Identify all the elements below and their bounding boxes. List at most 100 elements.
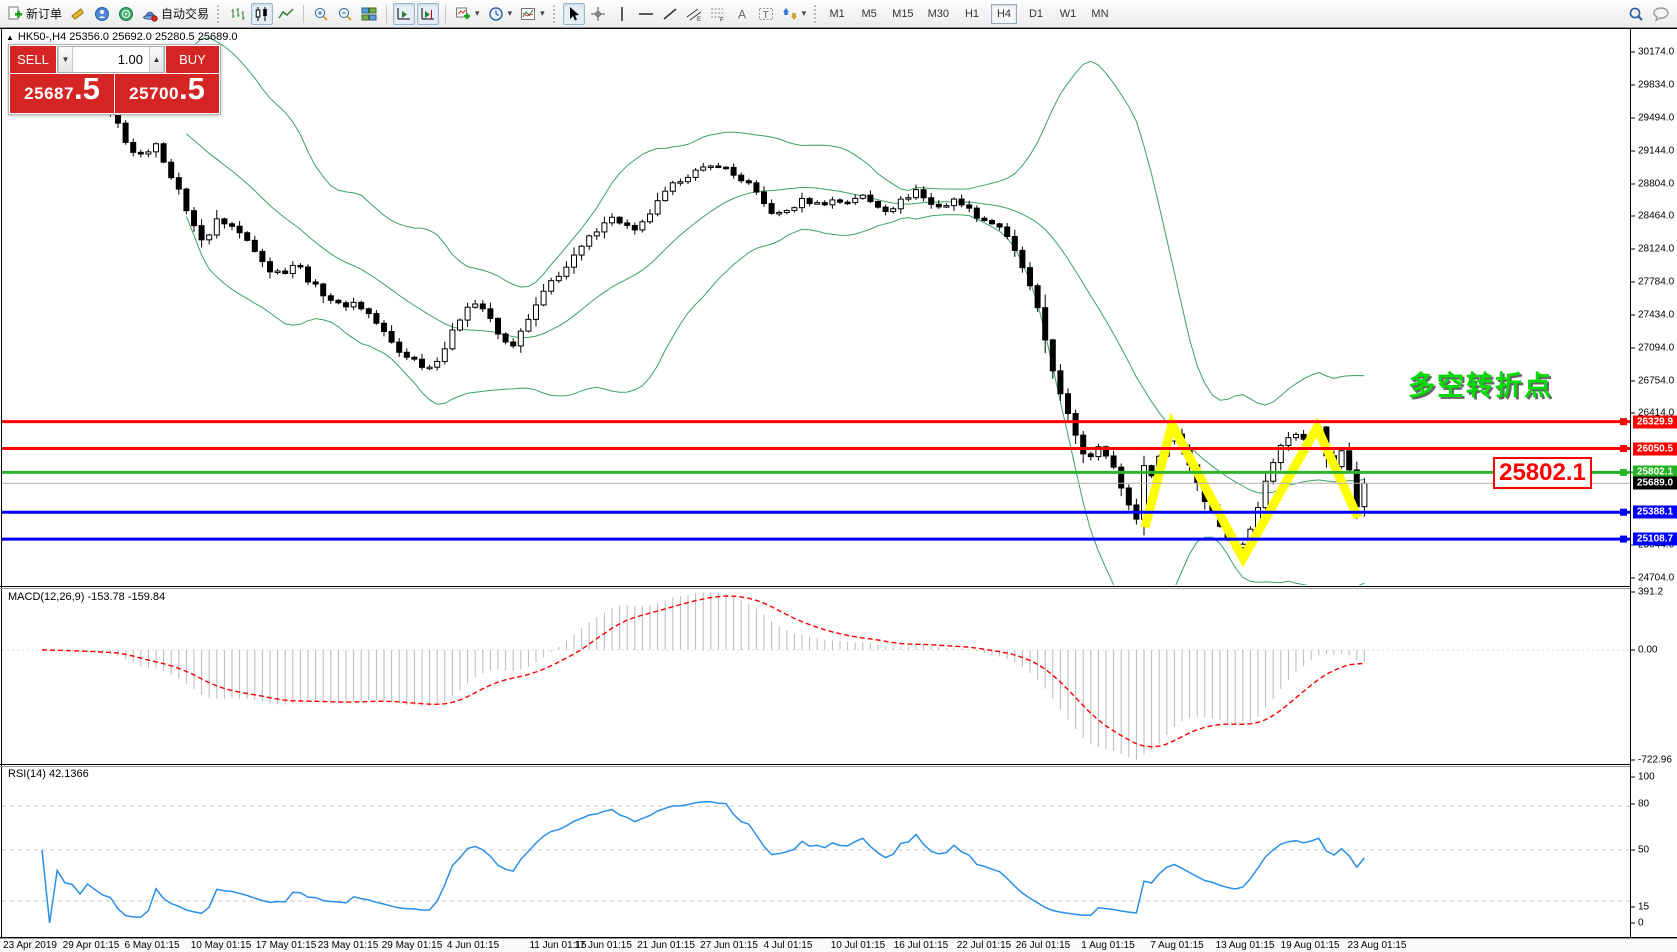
svg-text:A: A bbox=[738, 7, 746, 21]
volume-increase-button[interactable]: ▲ bbox=[149, 47, 164, 72]
auto-scroll-icon bbox=[396, 6, 412, 22]
crosshair-icon bbox=[590, 6, 606, 22]
price-axis-tick: 30174.0 bbox=[1638, 47, 1674, 58]
date-axis-tick: 1 Aug 01:15 bbox=[1081, 940, 1134, 951]
horizontal-line-button[interactable] bbox=[635, 3, 657, 25]
zoom-out-button[interactable] bbox=[334, 3, 356, 25]
price-badge: 26050.5 bbox=[1633, 442, 1677, 455]
timeframe-m1-button[interactable]: M1 bbox=[824, 4, 850, 24]
date-axis-tick: 23 May 01:15 bbox=[318, 940, 379, 951]
candlestick-chart-button[interactable] bbox=[251, 3, 273, 25]
clock-icon bbox=[488, 6, 504, 22]
fibonacci-button[interactable]: F bbox=[707, 3, 729, 25]
community-button[interactable] bbox=[91, 3, 113, 25]
date-axis-tick: 4 Jun 01:15 bbox=[447, 940, 499, 951]
horizontal-line-icon bbox=[638, 6, 654, 22]
toolbar-grip bbox=[217, 5, 222, 23]
buy-button[interactable]: BUY bbox=[166, 46, 219, 73]
collapse-triangle-icon[interactable]: ▲ bbox=[6, 33, 14, 42]
text-label-button[interactable]: T bbox=[755, 3, 777, 25]
toolbar-separator bbox=[445, 5, 446, 23]
price-axis-tick: 29144.0 bbox=[1638, 146, 1674, 157]
vertical-line-button[interactable] bbox=[611, 3, 633, 25]
line-chart-button[interactable] bbox=[275, 3, 297, 25]
date-axis-tick: 17 May 01:15 bbox=[256, 940, 317, 951]
chart-ohlc-title: ▲ HK50-,H4 25356.0 25692.0 25280.5 25689… bbox=[6, 31, 238, 43]
buy-price-button[interactable]: 25700 .5 bbox=[115, 74, 219, 113]
timeframe-group: M1 M5 M15 M30 H1 H4 D1 W1 MN bbox=[824, 4, 1113, 24]
auto-scroll-button[interactable] bbox=[393, 3, 415, 25]
search-button[interactable] bbox=[1625, 3, 1647, 25]
sell-button[interactable]: SELL bbox=[10, 46, 56, 73]
toolbar-grip bbox=[553, 5, 558, 23]
new-order-button[interactable]: 新订单 bbox=[4, 3, 65, 25]
date-axis-tick: 13 Aug 01:15 bbox=[1216, 940, 1275, 951]
trendline-icon bbox=[662, 6, 678, 22]
equidistant-channel-button[interactable]: E bbox=[683, 3, 705, 25]
date-axis: 23 Apr 201929 Apr 01:156 May 01:1510 May… bbox=[0, 938, 1677, 952]
text-icon: A bbox=[734, 6, 750, 22]
timeframe-h4-button[interactable]: H4 bbox=[991, 4, 1017, 24]
sell-price-main: 25687 bbox=[24, 84, 74, 104]
arrows-button[interactable]: ▾ bbox=[779, 3, 810, 25]
chart-shift-button[interactable] bbox=[417, 3, 439, 25]
date-axis-tick: 23 Aug 01:15 bbox=[1348, 940, 1407, 951]
price-axis-tick: 27784.0 bbox=[1638, 277, 1674, 288]
expert-advisor-hat-icon bbox=[142, 6, 158, 22]
chart-shift-icon bbox=[420, 6, 436, 22]
volume-decrease-button[interactable]: ▼ bbox=[58, 47, 73, 72]
cursor-icon bbox=[566, 6, 582, 22]
cursor-button[interactable] bbox=[563, 3, 585, 25]
search-icon bbox=[1628, 6, 1644, 22]
sell-price-button[interactable]: 25687 .5 bbox=[10, 74, 114, 113]
price-axis-tick: 27434.0 bbox=[1638, 310, 1674, 321]
new-chart-button[interactable]: ▾ bbox=[452, 3, 483, 25]
date-axis-tick: 27 Jun 01:15 bbox=[700, 940, 758, 951]
timeframe-w1-button[interactable]: W1 bbox=[1055, 4, 1081, 24]
auto-trading-button[interactable]: 自动交易 bbox=[139, 3, 212, 25]
rsi-axis-tick: 15 bbox=[1638, 902, 1649, 913]
tile-windows-button[interactable] bbox=[358, 3, 380, 25]
date-axis-tick: 29 Apr 01:15 bbox=[63, 940, 120, 951]
macd-axis-tick: 391.2 bbox=[1638, 587, 1663, 598]
zoom-in-button[interactable] bbox=[310, 3, 332, 25]
new-order-icon bbox=[7, 6, 23, 22]
date-axis-tick: 19 Aug 01:15 bbox=[1281, 940, 1340, 951]
crosshair-button[interactable] bbox=[587, 3, 609, 25]
trade-panel-price-row: 25687 .5 25700 .5 bbox=[10, 74, 219, 113]
timeframe-m30-button[interactable]: M30 bbox=[924, 4, 953, 24]
trendline-button[interactable] bbox=[659, 3, 681, 25]
text-button[interactable]: A bbox=[731, 3, 753, 25]
price-badge: 26329.9 bbox=[1633, 415, 1677, 428]
price-axis-tick: 29494.0 bbox=[1638, 113, 1674, 124]
rsi-axis-tick: 100 bbox=[1638, 772, 1655, 783]
rsi-axis-tick: 0 bbox=[1638, 918, 1644, 929]
zoom-out-icon bbox=[337, 6, 353, 22]
megaphone-icon bbox=[70, 6, 86, 22]
timeframe-h1-button[interactable]: H1 bbox=[959, 4, 985, 24]
bar-chart-button[interactable] bbox=[227, 3, 249, 25]
indicators-button[interactable]: ▾ bbox=[517, 3, 548, 25]
dropdown-caret-icon: ▾ bbox=[802, 8, 807, 19]
timeframe-m15-button[interactable]: M15 bbox=[888, 4, 917, 24]
price-axis-tick: 28804.0 bbox=[1638, 179, 1674, 190]
price-badge: 25388.1 bbox=[1633, 506, 1677, 519]
date-axis-tick: 16 Jul 01:15 bbox=[894, 940, 949, 951]
timeframe-d1-button[interactable]: D1 bbox=[1023, 4, 1049, 24]
date-axis-tick: 23 Apr 2019 bbox=[3, 940, 57, 951]
timeframe-m5-button[interactable]: M5 bbox=[856, 4, 882, 24]
macd-pane-label: MACD(12,26,9) -153.78 -159.84 bbox=[8, 591, 165, 603]
main-toolbar: 新订单 自动交易 ▾ ▾ bbox=[0, 0, 1677, 28]
chat-button[interactable] bbox=[1649, 3, 1673, 25]
date-axis-tick: 10 Jul 01:15 bbox=[831, 940, 886, 951]
profiles-button[interactable]: ▾ bbox=[485, 3, 516, 25]
volume-input[interactable]: 1.00 bbox=[73, 47, 149, 72]
price-badge: 25689.0 bbox=[1633, 477, 1677, 490]
signals-button[interactable] bbox=[115, 3, 137, 25]
toolbar-grip bbox=[814, 5, 819, 23]
date-axis-tick: 7 Aug 01:15 bbox=[1150, 940, 1203, 951]
text-label-icon: T bbox=[758, 6, 774, 22]
styler-button[interactable] bbox=[67, 3, 89, 25]
timeframe-mn-button[interactable]: MN bbox=[1087, 4, 1113, 24]
buy-price-main: 25700 bbox=[129, 84, 179, 104]
